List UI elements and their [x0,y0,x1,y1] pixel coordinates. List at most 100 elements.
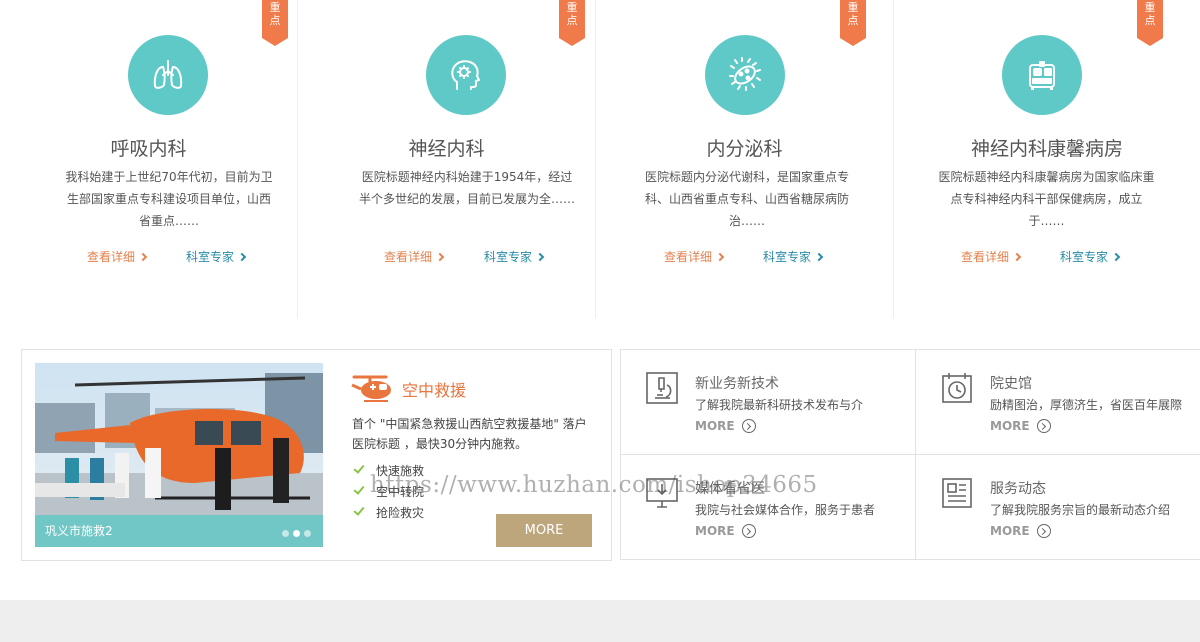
calendar-clock-icon [942,373,972,403]
dept-experts-link[interactable]: 科室专家 [484,248,545,265]
circle-arrow-icon [1036,524,1051,538]
dept-description: 医院标题神经内科始建于1954年，经过半个多世纪的发展，目前已发展为全…… [358,170,575,206]
info-description: 励精图治，厚德济生，省医百年展際 [990,398,1183,412]
view-details-link[interactable]: 查看详细 [961,248,1022,265]
link-label: 查看详细 [384,250,433,264]
view-details-link[interactable]: 查看详细 [664,248,725,265]
view-details-link[interactable]: 查看详细 [384,248,445,265]
slider-dot[interactable] [282,530,289,537]
link-label: 查看详细 [664,250,713,264]
badge-text: 重点 [269,1,281,27]
info-more-link[interactable]: MORE [695,419,756,433]
info-cell-new-tech[interactable]: 新业务新技术 了解我院最新科研技术发布与介 MORE [621,350,916,455]
badge-text: 重点 [847,1,859,27]
chevron-right-icon [138,252,148,262]
hospital-bed-icon [1002,35,1082,115]
newspaper-icon [942,478,972,508]
feature-label: 抢险救灾 [376,506,425,520]
chevron-right-icon [715,252,725,262]
link-label: 科室专家 [1060,250,1109,264]
rescue-image-slider[interactable]: 巩义市施救2 [35,363,323,547]
link-label: 查看详细 [87,250,136,264]
footer-band [0,600,1200,642]
slide-caption: 巩义市施救2 [35,515,323,547]
info-title: 新业务新技术 [695,376,779,392]
key-dept-badge: 重点 [840,0,866,46]
more-label: MORE [990,524,1030,538]
info-grid: 新业务新技术 了解我院最新科研技术发布与介 MORE 院史馆 励精图治，厚德济生… [620,349,1200,560]
checkmark-icon [353,504,365,516]
more-label: MORE [695,524,735,538]
info-description: 我院与社会媒体合作，服务于患者 [695,503,876,517]
chevron-right-icon [814,252,824,262]
dept-card-endocrinology: 重点 内分泌科 医院标题内分泌代谢科，是国家重点专科、山西省重点专科、山西省糖尿… [596,0,894,318]
dept-experts-link[interactable]: 科室专家 [186,248,247,265]
department-cards: 重点 呼吸内科 我科始建于上世纪70年代初，目前为卫生部国家重点专科建设项目单位… [0,0,1200,318]
slider-dots [282,530,311,537]
view-details-link[interactable]: 查看详细 [87,248,148,265]
chevron-right-icon [435,252,445,262]
info-cell-service-news[interactable]: 服务动态 了解我院服务宗旨的最新动态介绍 MORE [916,455,1200,560]
circle-arrow-icon [741,419,756,433]
dept-title: 神经内科 [408,138,485,160]
feature-item: 空中转院 [352,482,424,503]
dept-experts-link[interactable]: 科室专家 [1060,248,1121,265]
badge-text: 重点 [566,1,578,27]
chevron-right-icon [1012,252,1022,262]
dept-title: 神经内科康馨病房 [970,138,1123,160]
badge-text: 重点 [1144,1,1156,27]
key-dept-badge: 重点 [262,0,288,46]
dept-card-neurology: 重点 神经内科 医院标题神经内科始建于1954年，经过半个多世纪的发展，目前已发… [298,0,596,318]
dept-description: 医院标题神经内科康馨病房为国家临床重点专科神经内科干部保健病房，成立于…… [938,170,1155,228]
dept-card-respiratory: 重点 呼吸内科 我科始建于上世纪70年代初，目前为卫生部国家重点专科建设项目单位… [0,0,298,318]
rescue-more-button[interactable]: MORE [496,514,592,547]
info-more-link[interactable]: MORE [990,524,1051,538]
dept-description: 医院标题内分泌代谢科，是国家重点专科、山西省重点专科、山西省糖尿病防治…… [644,170,849,228]
info-title: 服务动态 [990,481,1046,497]
info-description: 了解我院服务宗旨的最新动态介绍 [990,503,1171,517]
link-label: 科室专家 [484,250,533,264]
link-label: 科室专家 [186,250,235,264]
chevron-right-icon [1111,252,1121,262]
microscope-icon [646,372,678,404]
rescue-description: 首个 "中国紧急救援山西航空救援基地" 落户医院标题 ，最快30分钟内施救。 [352,417,587,451]
slider-dot-active[interactable] [293,530,300,537]
lungs-icon [128,35,208,115]
info-cell-media[interactable]: 媒体看省医 我院与社会媒体合作，服务于患者 MORE [621,455,916,560]
helicopter-icon [351,375,391,402]
info-title: 媒体看省医 [695,481,765,497]
info-cell-history[interactable]: 院史馆 励精图治，厚德济生，省医百年展際 MORE [916,350,1200,455]
rescue-title: 空中救援 [402,381,467,400]
info-more-link[interactable]: MORE [990,419,1051,433]
brain-head-icon [426,35,506,115]
chevron-right-icon [237,252,247,262]
dept-title: 呼吸内科 [110,138,187,160]
monitor-download-icon [646,478,678,508]
checkmark-icon [353,462,365,474]
air-rescue-panel: 巩义市施救2 空中救援 首个 "中国紧急救援山西航空救援基地" 落户医院标题 ，… [21,349,612,561]
circle-arrow-icon [1036,419,1051,433]
feature-label: 快速施救 [376,464,425,478]
key-dept-badge: 重点 [1137,0,1163,46]
more-label: MORE [695,419,735,433]
info-title: 院史馆 [990,376,1032,392]
info-more-link[interactable]: MORE [695,524,756,538]
rescue-features: 快速施救 空中转院 抢险救灾 [352,461,424,524]
chevron-right-icon [535,252,545,262]
dept-title: 内分泌科 [706,138,783,160]
virus-icon [705,35,785,115]
link-label: 科室专家 [763,250,812,264]
dept-card-neuro-ward: 重点 神经内科康馨病房 医院标题神经内科康馨病房为国家临床重点专科神经内科干部保… [894,0,1200,318]
slider-dot[interactable] [304,530,311,537]
key-dept-badge: 重点 [559,0,585,46]
circle-arrow-icon [741,524,756,538]
feature-item: 抢险救灾 [352,503,424,524]
feature-label: 空中转院 [376,485,425,499]
dept-experts-link[interactable]: 科室专家 [763,248,824,265]
dept-description: 我科始建于上世纪70年代初，目前为卫生部国家重点专科建设项目单位，山西省重点…… [65,170,273,228]
more-label: MORE [990,419,1030,433]
feature-item: 快速施救 [352,461,424,482]
checkmark-icon [353,483,365,495]
link-label: 查看详细 [961,250,1010,264]
info-description: 了解我院最新科研技术发布与介 [695,398,864,412]
